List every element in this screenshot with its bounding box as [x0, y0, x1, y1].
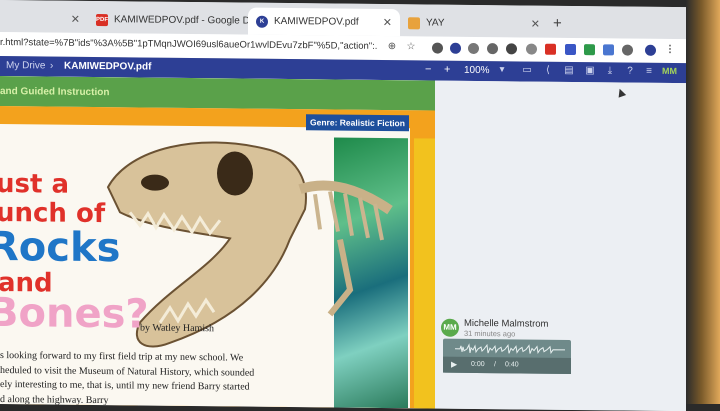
comment-author: Michelle Malmstrom [464, 317, 549, 330]
section-banner: and Guided Instruction [0, 76, 435, 111]
tab-kami[interactable]: K KAMIWEDPOV.pdf ✕ [248, 7, 400, 37]
new-tab-button[interactable]: + [553, 15, 562, 32]
folder-icon[interactable]: ▭ [521, 64, 533, 76]
audio-total-time: 0:40 [505, 361, 519, 369]
kami-icon: K [256, 15, 268, 28]
audio-time-separator: / [494, 361, 496, 369]
tab-yay[interactable]: YAY ✕ [400, 9, 548, 38]
audio-current-time: 0:00 [471, 360, 485, 369]
close-icon[interactable]: ✕ [383, 16, 392, 29]
image-favicon-icon [408, 16, 420, 29]
user-initials[interactable]: MM [662, 66, 677, 76]
print-icon[interactable]: ▤ [563, 65, 575, 77]
breadcrumb-separator: › [50, 60, 54, 72]
extension-icon[interactable] [584, 44, 595, 56]
menu-icon[interactable]: ⋮ [664, 44, 676, 56]
zoom-out-button[interactable]: − [425, 63, 431, 75]
extension-icon[interactable] [545, 43, 556, 55]
share-icon[interactable]: ⟨ [542, 65, 554, 77]
tab-google-drive[interactable]: PDF KAMIWEDPOV.pdf - Google Dr ✕ [88, 6, 248, 35]
extension-icon[interactable] [506, 43, 517, 55]
section-banner-text: and Guided Instruction [0, 86, 110, 99]
monitor-bezel [686, 0, 720, 404]
story-title-line: Bones? [0, 289, 149, 338]
extension-icon[interactable] [622, 44, 633, 56]
breadcrumb-my-drive[interactable]: My Drive [6, 60, 45, 71]
screen: ✕ PDF KAMIWEDPOV.pdf - Google Dr ✕ K KAM… [0, 0, 686, 411]
tab-label: KAMIWEDPOV.pdf - Google Dr [114, 14, 248, 27]
profile-avatar[interactable] [645, 44, 656, 56]
audio-controls: ▶ 0:00 / 0:40 [443, 356, 571, 374]
story-title-line: Rocks [0, 223, 121, 272]
tab-label: KAMIWEDPOV.pdf [274, 15, 359, 28]
story-body: s looking forward to my first field trip… [0, 349, 290, 409]
hamburger-menu-icon[interactable]: ≡ [643, 66, 655, 78]
kami-extension-icon[interactable] [450, 42, 461, 54]
waveform-icon [455, 343, 565, 355]
file-name[interactable]: KAMIWEDPOV.pdf [64, 61, 151, 73]
pdf-icon: PDF [96, 13, 108, 26]
star-icon[interactable]: ☆ [405, 41, 417, 53]
extension-icon[interactable] [565, 43, 576, 56]
extension-icon[interactable] [487, 43, 498, 55]
extension-icon[interactable] [603, 44, 614, 56]
url-field[interactable]: r.html?state=%7B"ids"%3A%5B"1pTMqnJWOI69… [0, 37, 378, 52]
extension-icon[interactable] [468, 42, 479, 55]
extension-icon[interactable] [526, 43, 537, 55]
install-icon[interactable]: ⊕ [386, 41, 398, 53]
byline: by Watley Hamish [140, 322, 214, 335]
download-icon[interactable]: ⤓ [604, 65, 616, 77]
comment-timestamp: 31 minutes ago [464, 328, 516, 339]
tab-label: YAY [426, 17, 445, 29]
chevron-down-icon[interactable]: ▾ [496, 64, 508, 76]
help-icon[interactable]: ? [624, 66, 636, 78]
pdf-page-viewport[interactable]: and Guided Instruction Genre: Realistic … [0, 76, 435, 409]
tab-partial[interactable]: ✕ [0, 5, 88, 33]
extension-icon[interactable] [432, 42, 443, 54]
avatar: MM [441, 318, 459, 337]
close-icon[interactable]: ✕ [531, 18, 540, 31]
close-icon[interactable]: ✕ [71, 13, 80, 26]
zoom-level[interactable]: 100% [464, 65, 490, 76]
story-title-line: ust a [0, 168, 70, 200]
save-icon[interactable]: ▣ [584, 65, 596, 77]
zoom-in-button[interactable]: + [444, 64, 450, 76]
genre-label: Genre: Realistic Fiction [306, 114, 409, 132]
audio-player[interactable]: ▶ 0:00 / 0:40 [443, 338, 571, 374]
play-button[interactable]: ▶ [451, 360, 457, 369]
